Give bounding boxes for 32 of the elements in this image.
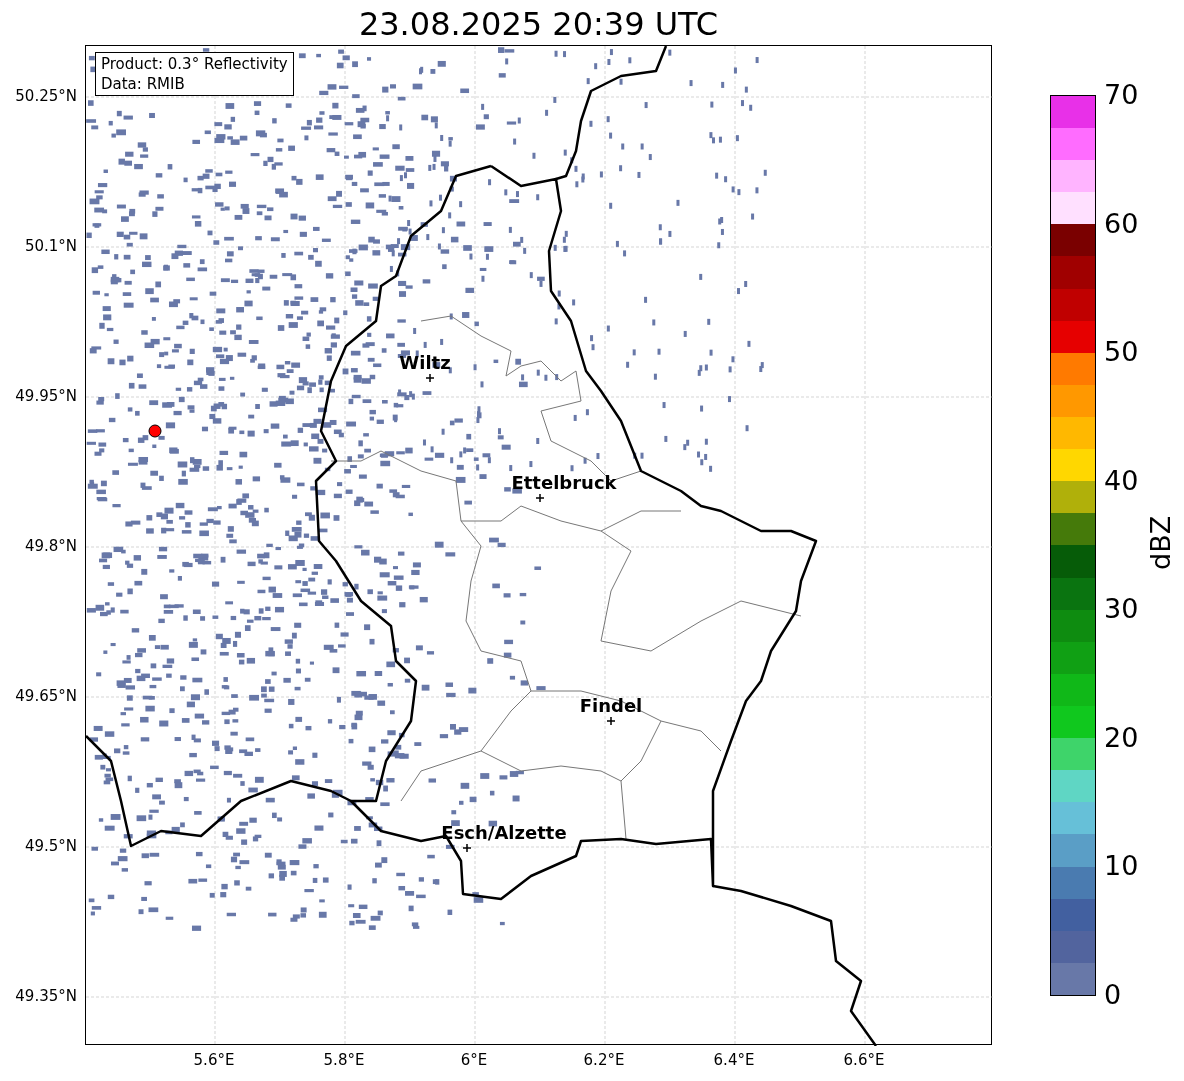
colorbar-tick-label: 10 (1104, 851, 1139, 882)
location-marker-icon (607, 717, 615, 725)
longitude-tick-label: 6.4°E (713, 1051, 755, 1069)
latitude-tick-label: 49.65°N (15, 687, 77, 705)
colorbar-tick-label: 20 (1104, 722, 1139, 753)
colorbar-tick-label: 30 (1104, 594, 1139, 625)
longitude-tick-label: 6°E (460, 1051, 488, 1069)
latitude-tick-label: 50.25°N (15, 87, 77, 105)
colorbar-tick-label: 70 (1104, 80, 1139, 110)
location-marker-icon (426, 374, 434, 382)
location-marker-icon (463, 844, 471, 852)
latitude-tick-label: 49.8°N (24, 537, 77, 555)
info-box: Product: 0.3° Reflectivity Data: RMIB (95, 52, 294, 96)
place-label: Wiltz (399, 353, 451, 373)
latitude-tick-label: 49.5°N (24, 837, 77, 855)
colorbar-tick-label: 60 (1104, 208, 1139, 239)
longitude-tick-label: 6.6°E (843, 1051, 885, 1069)
chart-title: 23.08.2025 20:39 UTC (357, 4, 720, 45)
radar-site-marker-icon (148, 424, 162, 438)
place-label: Findel (579, 696, 643, 716)
latitude-tick-label: 49.35°N (15, 987, 77, 1005)
place-label: Esch/Alzette (441, 823, 567, 843)
latitude-tick-label: 49.95°N (15, 387, 77, 405)
colorbar-tick-label: 40 (1104, 465, 1139, 496)
latitude-tick-label: 50.1°N (24, 237, 77, 255)
longitude-tick-label: 5.6°E (193, 1051, 235, 1069)
longitude-tick-label: 6.2°E (583, 1051, 625, 1069)
colorbar-tick-label: 0 (1104, 980, 1122, 1010)
location-marker-icon (536, 494, 544, 502)
place-label: Ettelbruck (511, 473, 617, 493)
longitude-tick-label: 5.8°E (323, 1051, 365, 1069)
colorbar-tick-label: 50 (1104, 337, 1139, 368)
